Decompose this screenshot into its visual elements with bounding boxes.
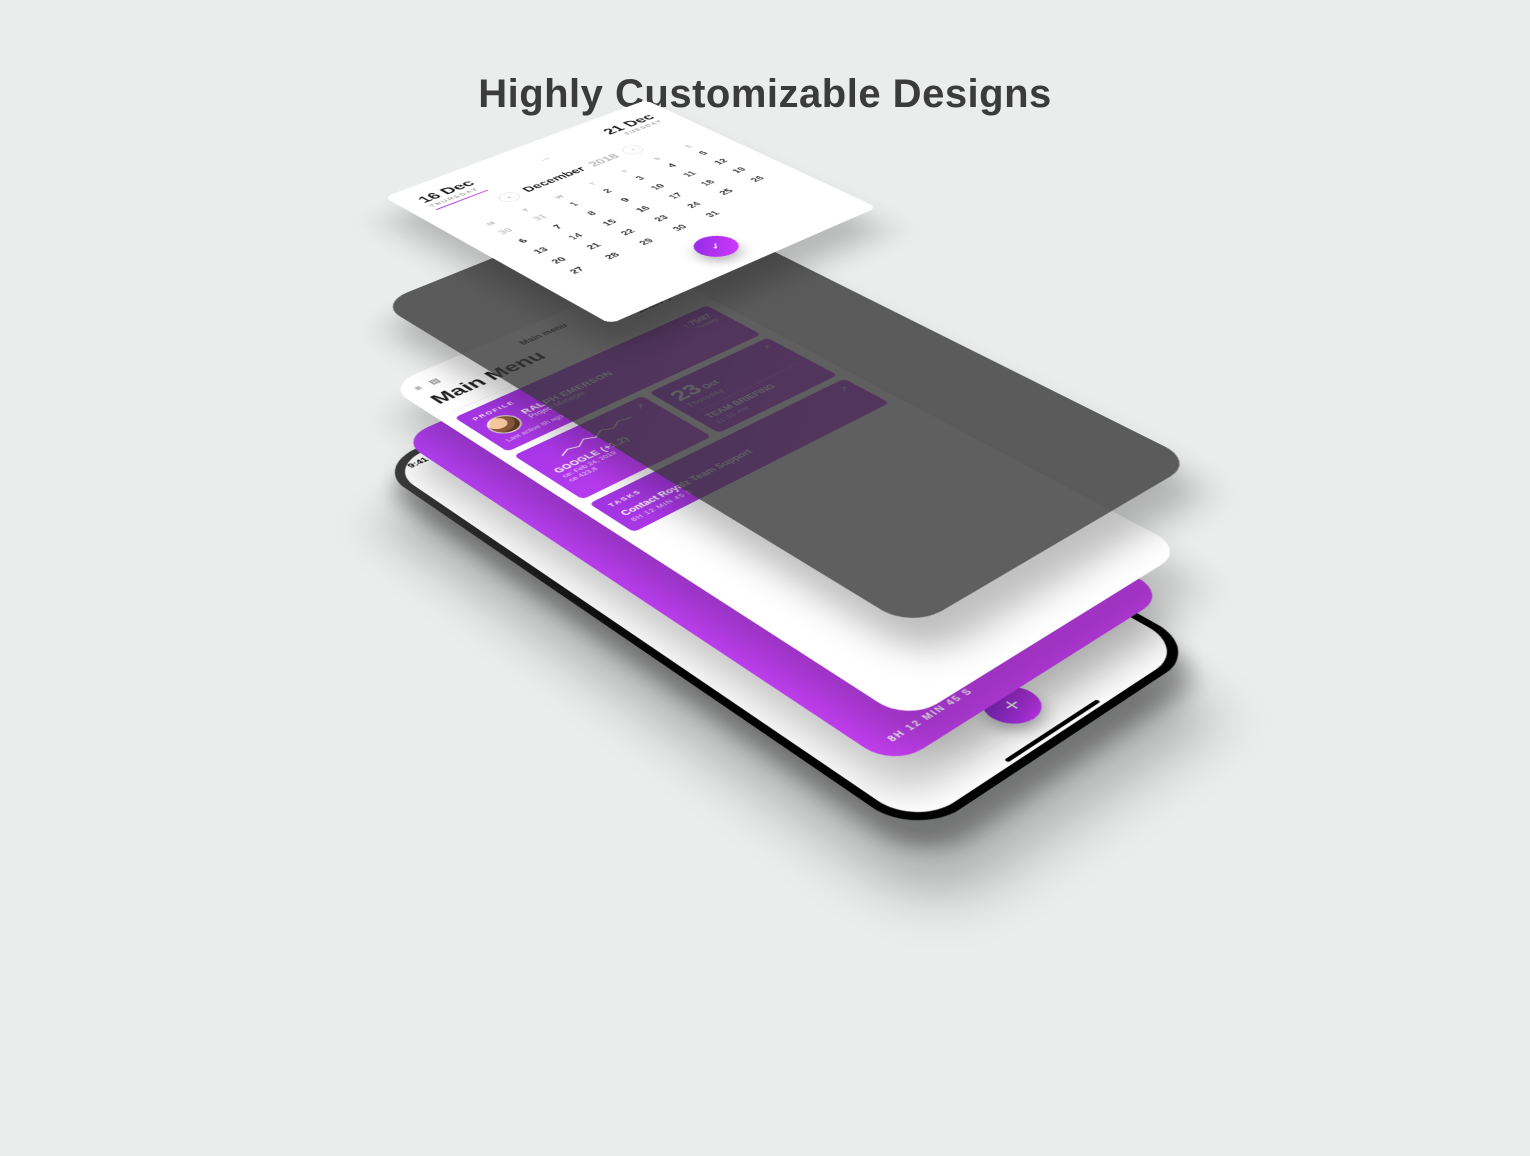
headline: Highly Customizable Designs bbox=[0, 72, 1530, 117]
layers-icon[interactable]: ▤ bbox=[426, 377, 442, 386]
next-month-button[interactable]: › bbox=[618, 143, 647, 156]
confirm-button[interactable]: ✓ bbox=[684, 232, 748, 262]
prev-month-button[interactable]: ‹ bbox=[494, 191, 525, 205]
arrow-right-icon: → bbox=[533, 154, 556, 164]
status-time: 9:41 bbox=[405, 456, 430, 469]
year-label: 2018 bbox=[586, 153, 623, 169]
check-icon: ✓ bbox=[704, 241, 728, 252]
menu-icon[interactable]: ≡ bbox=[411, 384, 424, 391]
